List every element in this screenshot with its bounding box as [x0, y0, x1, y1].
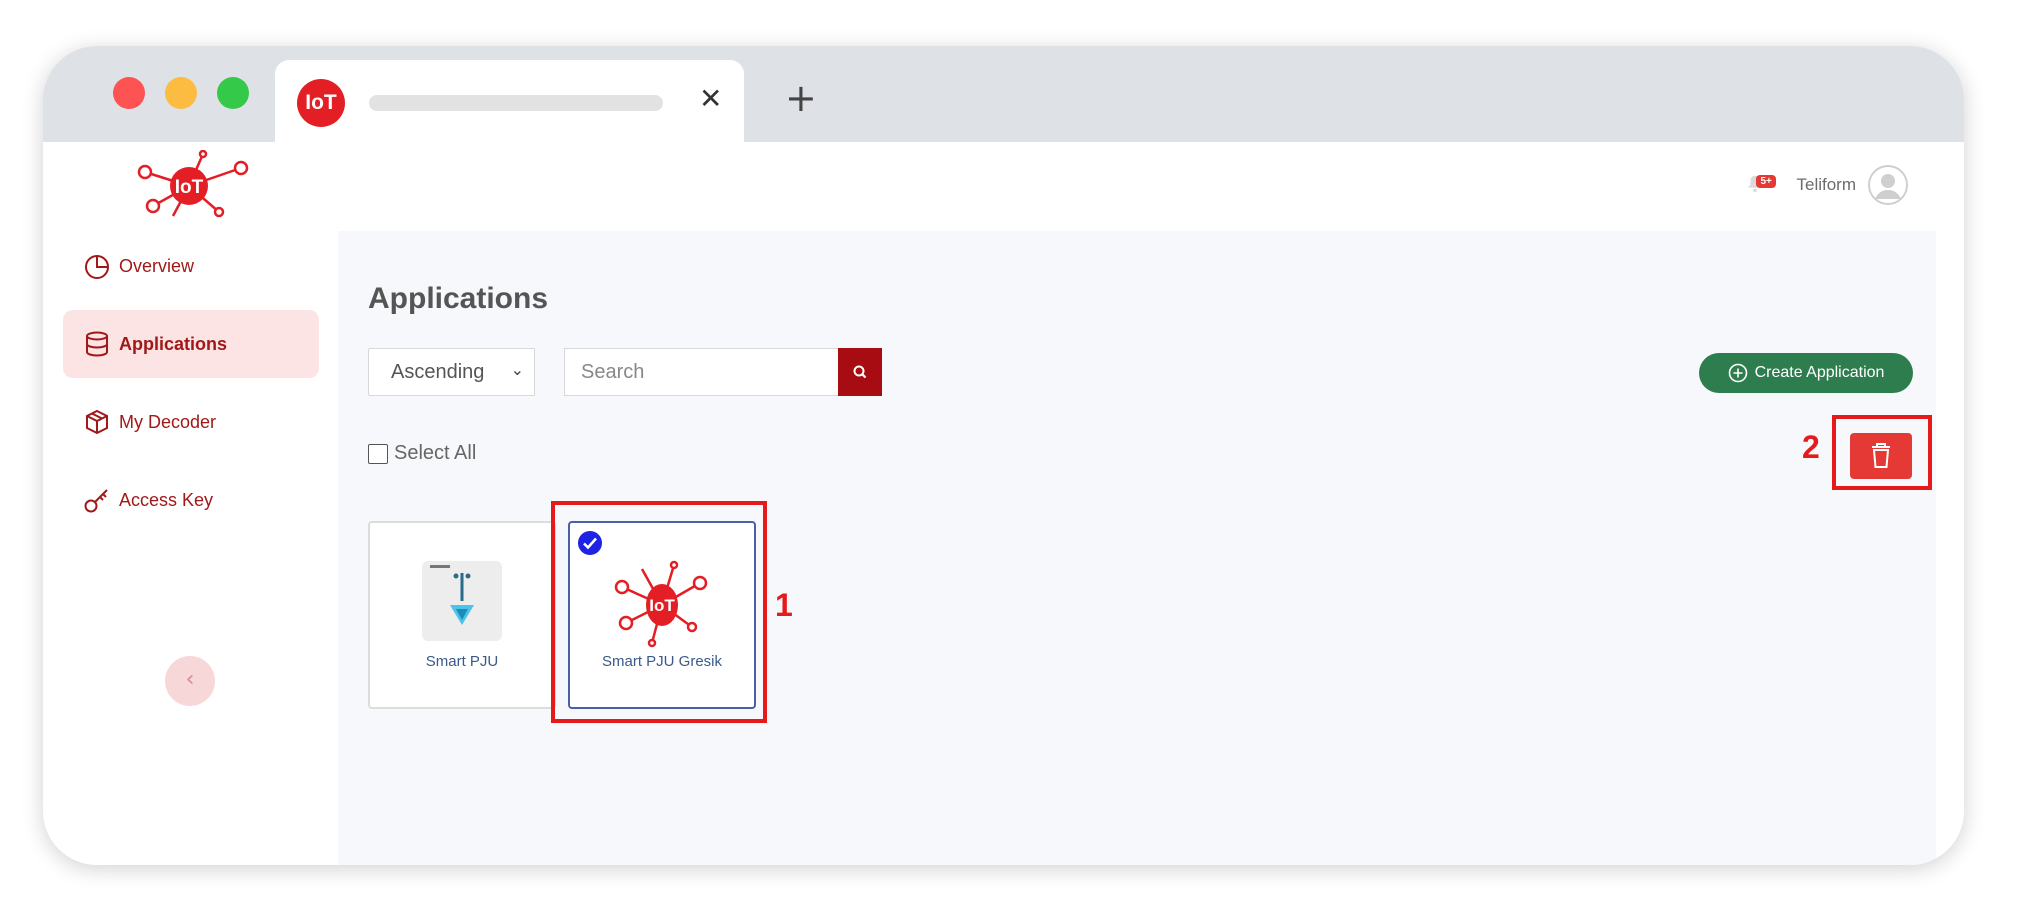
sidebar-item-overview[interactable]: Overview: [63, 232, 319, 300]
svg-text:IoT: IoT: [175, 177, 204, 198]
select-all-label: Select All: [394, 442, 477, 464]
sidebar-item-access-key[interactable]: Access Key: [63, 466, 319, 534]
new-tab-button[interactable]: +: [785, 76, 817, 120]
sort-selected-value: Ascending: [391, 360, 485, 383]
iot-app-logo-icon: IoT: [614, 560, 708, 648]
pie-chart-icon: [85, 255, 109, 279]
select-all-checkbox[interactable]: [368, 443, 388, 464]
page-title: Applications: [368, 282, 549, 315]
annotation-number-2: 2: [1802, 429, 1820, 465]
main-panel: Applications Ascending ⌄ Search Create A…: [338, 231, 1936, 865]
application-name: Smart PJU Gresik: [601, 653, 722, 670]
sidebar-item-my-decoder[interactable]: My Decoder: [63, 388, 319, 456]
notification-bell[interactable]: 5+: [1744, 173, 1776, 197]
chevron-down-icon: ⌄: [510, 360, 524, 379]
selected-check-icon[interactable]: [578, 531, 602, 555]
browser-window: IoT ✕ + IoT 5+ Teliform Overview Applica…: [43, 46, 1964, 865]
application-card[interactable]: Smart PJU: [368, 521, 556, 709]
plus-circle-icon: [1728, 363, 1747, 383]
svg-text:IoT: IoT: [649, 596, 675, 615]
sidebar-item-label: My Decoder: [119, 411, 217, 432]
app-content: IoT 5+ Teliform Overview Applications My…: [43, 142, 1964, 865]
sidebar-item-label: Overview: [119, 255, 195, 276]
create-application-button[interactable]: Create Application: [1699, 353, 1913, 393]
sort-select[interactable]: Ascending ⌄: [368, 348, 535, 396]
delete-button[interactable]: [1850, 433, 1912, 479]
search-input[interactable]: Search: [564, 348, 840, 396]
close-window-button[interactable]: [113, 77, 145, 109]
application-name: Smart PJU: [425, 653, 499, 670]
avatar[interactable]: [1868, 165, 1908, 205]
minimize-window-button[interactable]: [165, 77, 197, 109]
trash-icon: [1872, 443, 1890, 468]
username[interactable]: Teliform: [1796, 175, 1856, 195]
sidebar-collapse-button[interactable]: ‹: [165, 656, 215, 706]
database-icon: [86, 331, 108, 357]
browser-titlebar: IoT ✕ +: [43, 46, 1964, 144]
search-icon: [853, 365, 867, 379]
tab-title-placeholder: [369, 95, 663, 111]
street-light-icon: [430, 565, 474, 625]
annotation-number-1: 1: [775, 587, 793, 623]
sidebar-item-label: Applications: [119, 333, 228, 354]
notification-badge: 5+: [1756, 175, 1776, 188]
search-placeholder: Search: [581, 360, 645, 383]
cube-icon: [86, 409, 108, 435]
sidebar-item-label: Access Key: [119, 489, 214, 510]
maximize-window-button[interactable]: [217, 77, 249, 109]
create-application-label: Create Application: [1754, 364, 1885, 381]
iot-logo: IoT: [137, 150, 249, 218]
user-avatar-icon: [1868, 165, 1908, 205]
application-thumbnail: [422, 561, 502, 641]
application-card-selected[interactable]: IoT Smart PJU Gresik: [568, 521, 756, 709]
tab-close-icon[interactable]: ✕: [699, 82, 722, 115]
tab-favicon-icon: IoT: [297, 79, 345, 127]
sidebar-item-applications[interactable]: Applications: [63, 310, 319, 378]
search-button[interactable]: [838, 348, 882, 396]
select-all[interactable]: Select All: [368, 442, 476, 465]
key-icon: [84, 489, 108, 513]
user-area: 5+ Teliform: [1744, 164, 1908, 206]
browser-tab[interactable]: IoT ✕: [275, 60, 744, 144]
